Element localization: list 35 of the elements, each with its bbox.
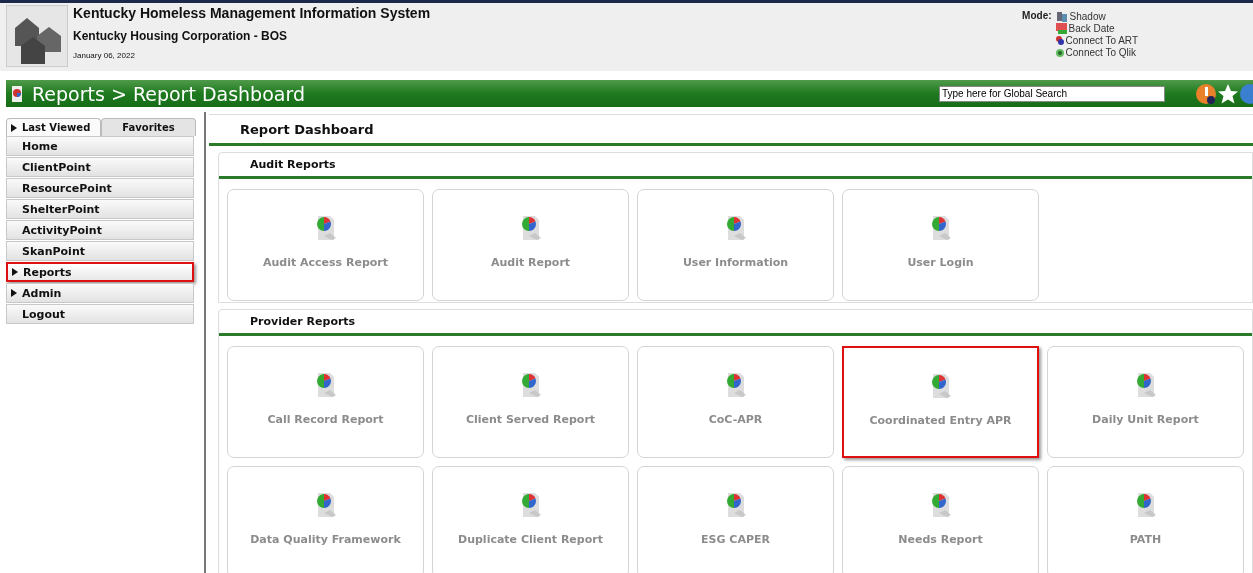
triangle-icon — [11, 289, 17, 297]
current-date: January 06, 2022 — [73, 51, 136, 60]
sidebar-tab[interactable]: Last Viewed — [6, 118, 101, 136]
nav-item[interactable]: Home — [6, 136, 194, 156]
sidebar-tab[interactable]: Favorites — [101, 118, 196, 136]
mode-link[interactable]: Connect To ART — [1055, 35, 1138, 46]
nav-item[interactable]: ResourcePoint — [6, 178, 194, 198]
alert-icon[interactable] — [1195, 82, 1217, 105]
mode-link[interactable]: Connect To Qlik — [1055, 47, 1138, 58]
nav-item[interactable]: ActivityPoint — [6, 220, 194, 240]
triangle-icon — [11, 123, 17, 132]
chart-icon — [1055, 36, 1064, 45]
nav-item[interactable]: ShelterPoint — [6, 199, 194, 219]
page-heading: Report Dashboard — [209, 114, 1253, 146]
section-title: Provider Reports — [219, 310, 1252, 336]
mode-label: Mode: — [1022, 10, 1052, 23]
mode-link[interactable]: Shadow — [1055, 10, 1138, 22]
triangle-icon — [12, 268, 18, 276]
report-icon — [12, 84, 24, 103]
target-icon — [1055, 48, 1064, 57]
breadcrumb-title: Reports > Report Dashboard — [32, 82, 305, 105]
nav-item[interactable]: SkanPoint — [6, 241, 194, 261]
section-title: Audit Reports — [219, 153, 1252, 179]
calendar-icon — [1055, 23, 1067, 34]
nav-item[interactable]: Reports — [6, 262, 194, 282]
houses-logo — [6, 5, 68, 67]
star-icon[interactable] — [1217, 82, 1239, 105]
nav-item[interactable]: Logout — [6, 304, 194, 324]
system-title: Kentucky Homeless Management Information System — [73, 5, 431, 21]
global-search-field[interactable]: Type here for Global Search — [939, 85, 1165, 102]
nav-item[interactable]: Admin — [6, 283, 194, 303]
people-icon — [1055, 10, 1068, 22]
organization-name: Kentucky Housing Corporation - BOS — [73, 29, 288, 43]
nav-item[interactable]: ClientPoint — [6, 157, 194, 177]
mode-link[interactable]: Back Date — [1055, 23, 1138, 34]
